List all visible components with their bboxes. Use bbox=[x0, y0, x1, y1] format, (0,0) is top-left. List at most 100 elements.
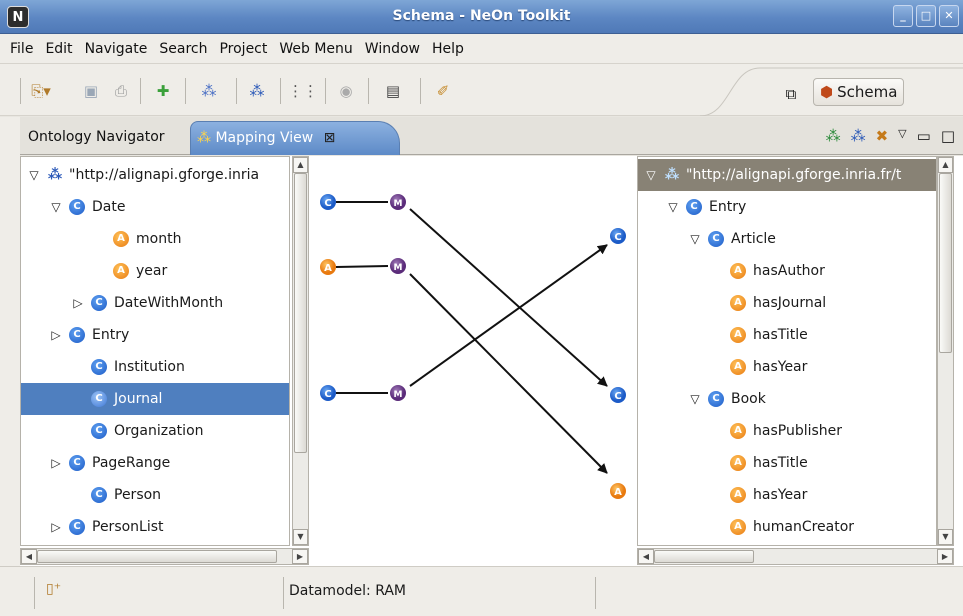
svg-text:M: M bbox=[394, 263, 403, 273]
target-attr-node[interactable]: A bbox=[610, 483, 626, 499]
rdf-icon[interactable]: ▤ bbox=[380, 78, 406, 104]
expand-toggle[interactable]: ▽ bbox=[688, 232, 702, 246]
target-class-node[interactable]: C bbox=[610, 387, 626, 403]
tree-item[interactable]: AhasJournal bbox=[638, 287, 936, 319]
tree-root[interactable]: ▽ ⁂ "http://alignapi.gforge.inria.fr/t bbox=[638, 159, 936, 191]
menu-navigate[interactable]: Navigate bbox=[79, 41, 154, 57]
tab-mapping-view[interactable]: ⁂ Mapping View ⊠ bbox=[190, 121, 400, 155]
target-ontology-icon[interactable]: ⁂ bbox=[851, 127, 866, 145]
tool-icon[interactable]: ✐ bbox=[430, 78, 456, 104]
source-ontology-tree[interactable]: ▽ ⁂ "http://alignapi.gforge.inria ▽ C Date… bbox=[20, 156, 290, 546]
expand-toggle[interactable]: ▽ bbox=[644, 168, 658, 182]
expand-toggle[interactable]: ▽ bbox=[688, 392, 702, 406]
fast-view-icon[interactable]: ▯⁺ bbox=[46, 581, 61, 597]
tree-item[interactable]: ▽ C Date bbox=[21, 191, 289, 223]
mapping-arrow[interactable] bbox=[409, 244, 608, 387]
view-tab-row: Ontology Navigator ⁂ Mapping View ⊠ ⁂ ⁂ … bbox=[20, 117, 963, 155]
mapping-node[interactable]: M bbox=[390, 194, 406, 210]
title-bar: N Schema - NeOn Toolkit _ □ ✕ bbox=[0, 0, 963, 34]
mapping-arrow[interactable] bbox=[409, 273, 608, 474]
tree-item[interactable]: ▽ C Book bbox=[638, 383, 936, 415]
ontology-icon[interactable]: ⁂ bbox=[244, 78, 270, 104]
tree-item[interactable]: ▷ C DateWithMonth bbox=[21, 287, 289, 319]
minimize-button[interactable]: _ bbox=[893, 5, 913, 27]
menu-web-menu[interactable]: Web Menu bbox=[273, 41, 358, 57]
maximize-view-icon[interactable]: □ bbox=[941, 127, 955, 145]
target-class-node[interactable]: C bbox=[610, 228, 626, 244]
maximize-button[interactable]: □ bbox=[916, 5, 936, 27]
expand-toggle[interactable]: ▷ bbox=[49, 520, 63, 534]
mapping-node[interactable]: M bbox=[390, 385, 406, 401]
menu-edit[interactable]: Edit bbox=[39, 41, 78, 57]
tree-item[interactable]: C Institution bbox=[21, 351, 289, 383]
tree-item[interactable]: C Organization bbox=[21, 415, 289, 447]
mapping-node[interactable]: M bbox=[390, 258, 406, 274]
class-icon: C bbox=[91, 423, 107, 439]
tree-item[interactable]: AhasTitle bbox=[638, 319, 936, 351]
mapping-link[interactable] bbox=[335, 265, 389, 268]
source-class-node[interactable]: C bbox=[320, 385, 336, 401]
attribute-icon: A bbox=[730, 455, 746, 471]
close-tab-icon[interactable]: ⊠ bbox=[324, 130, 336, 146]
class-icon[interactable]: ◉ bbox=[333, 78, 359, 104]
tree-item[interactable]: C Person bbox=[21, 479, 289, 511]
tree-item[interactable]: ▷ C PageRange bbox=[21, 447, 289, 479]
expand-toggle[interactable]: ▷ bbox=[49, 456, 63, 470]
svg-text:C: C bbox=[324, 198, 331, 209]
expand-toggle[interactable]: ▷ bbox=[71, 296, 85, 310]
right-vertical-scrollbar[interactable]: ▲ ▼ bbox=[937, 156, 954, 546]
source-class-node[interactable]: C bbox=[320, 194, 336, 210]
attribute-icon: A bbox=[730, 487, 746, 503]
right-horizontal-scrollbar[interactable]: ◀ ▶ bbox=[637, 548, 954, 565]
tree-item[interactable]: AhasAuthor bbox=[638, 255, 936, 287]
tree-item[interactable]: AhumanCreator bbox=[638, 511, 936, 543]
tree-item[interactable]: AhasTitle bbox=[638, 447, 936, 479]
menu-help[interactable]: Help bbox=[426, 41, 470, 57]
target-ontology-tree[interactable]: ▽ ⁂ "http://alignapi.gforge.inria.fr/t ▽… bbox=[637, 156, 937, 546]
tree-item-label: hasTitle bbox=[753, 327, 808, 343]
schema-perspective-button[interactable]: ⬢ Schema bbox=[813, 78, 905, 106]
new-icon[interactable]: ⎘▾ bbox=[28, 78, 54, 104]
tree-item[interactable]: ▷ C Entry bbox=[21, 319, 289, 351]
view-menu-icon[interactable]: ▽ bbox=[898, 127, 906, 145]
main-toolbar: ⎘▾ ▣ ⎙ ✚ ⁂ ⁂ ⋮⋮ ◉ ▤ ✐ ⧉ ⬢ Schema bbox=[0, 64, 963, 116]
tab-ontology-navigator[interactable]: Ontology Navigator bbox=[22, 121, 171, 155]
tree-item[interactable]: ▷ C PersonList bbox=[21, 511, 289, 543]
tree-item[interactable]: ▽ C Article bbox=[638, 223, 936, 255]
tree-item[interactable]: AhasYear bbox=[638, 479, 936, 511]
expand-toggle[interactable]: ▽ bbox=[666, 200, 680, 214]
mapping-arrow[interactable] bbox=[409, 208, 608, 387]
tree-item-label: hasAuthor bbox=[753, 263, 825, 279]
open-perspective-icon[interactable]: ⧉ bbox=[779, 82, 803, 106]
tree-root[interactable]: ▽ ⁂ "http://alignapi.gforge.inria bbox=[21, 159, 289, 191]
mapping-tool-icon[interactable]: ⁂ bbox=[196, 78, 222, 104]
menu-project[interactable]: Project bbox=[213, 41, 273, 57]
menu-window[interactable]: Window bbox=[359, 41, 426, 57]
left-horizontal-scrollbar[interactable]: ◀ ▶ bbox=[20, 548, 309, 565]
class-icon: C bbox=[708, 231, 724, 247]
menu-file[interactable]: File bbox=[4, 41, 39, 57]
expand-toggle[interactable]: ▷ bbox=[49, 328, 63, 342]
close-button[interactable]: ✕ bbox=[939, 5, 959, 27]
print-icon[interactable]: ⎙ bbox=[108, 78, 134, 104]
tree-item[interactable]: C Journal bbox=[21, 383, 289, 415]
tree-item[interactable]: AhasPublisher bbox=[638, 415, 936, 447]
expand-toggle[interactable]: ▽ bbox=[49, 200, 63, 214]
left-vertical-scrollbar[interactable]: ▲ ▼ bbox=[292, 156, 309, 546]
save-icon[interactable]: ▣ bbox=[78, 78, 104, 104]
add-icon[interactable]: ✚ bbox=[150, 78, 176, 104]
tree-item[interactable]: Amonth bbox=[21, 223, 289, 255]
remove-mapping-icon[interactable]: ✖ bbox=[876, 127, 889, 145]
source-ontology-icon[interactable]: ⁂ bbox=[826, 127, 841, 145]
minimize-view-icon[interactable]: ▭ bbox=[917, 127, 931, 145]
tree-item[interactable]: Ayear bbox=[21, 255, 289, 287]
menu-search[interactable]: Search bbox=[153, 41, 213, 57]
expand-toggle[interactable]: ▽ bbox=[27, 168, 41, 182]
tree-item-label: PersonList bbox=[92, 519, 164, 535]
source-attr-node[interactable]: A bbox=[320, 259, 336, 275]
hierarchy-icon[interactable]: ⋮⋮ bbox=[288, 78, 318, 104]
class-icon: C bbox=[69, 455, 85, 471]
tree-item[interactable]: ▽ C Entry bbox=[638, 191, 936, 223]
tree-item[interactable]: AhasYear bbox=[638, 351, 936, 383]
attribute-icon: A bbox=[730, 263, 746, 279]
